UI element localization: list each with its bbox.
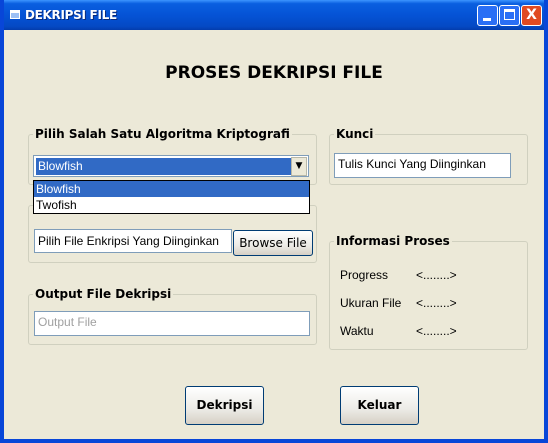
algorithm-dropdown-list: Blowfish Twofish	[33, 180, 310, 214]
output-file-legend: Output File Dekripsi	[35, 287, 172, 301]
time-label: Waktu	[340, 324, 374, 338]
title-bar[interactable]: DEKRIPSI FILE X	[4, 0, 544, 30]
decrypt-window: DEKRIPSI FILE X PROSES DEKRIPSI FILE Pil…	[0, 0, 548, 443]
algorithm-selected-value: Blowfish	[36, 158, 291, 175]
exit-button[interactable]: Keluar	[340, 386, 419, 425]
browse-file-button[interactable]: Browse File	[233, 230, 313, 256]
algorithm-option-blowfish[interactable]: Blowfish	[34, 181, 309, 197]
progress-value: <........>	[416, 268, 457, 282]
window-title: DEKRIPSI FILE	[25, 8, 117, 22]
close-icon: X	[526, 7, 537, 23]
page-title: PROSES DEKRIPSI FILE	[165, 63, 383, 83]
algorithm-option-twofish[interactable]: Twofish	[34, 197, 309, 213]
algorithm-select[interactable]: Blowfish ▼	[33, 155, 309, 177]
file-size-label: Ukuran File	[340, 296, 402, 310]
key-input[interactable]: Tulis Kunci Yang Diinginkan	[334, 153, 511, 178]
progress-label: Progress	[340, 268, 389, 282]
chevron-down-icon[interactable]: ▼	[291, 157, 307, 176]
maximize-icon	[504, 9, 515, 20]
input-file-field[interactable]: Pilih File Enkripsi Yang Diinginkan	[34, 229, 232, 253]
decrypt-button[interactable]: Dekripsi	[185, 386, 264, 425]
maximize-button[interactable]	[499, 5, 520, 26]
time-value: <........>	[416, 324, 457, 338]
window-icon	[10, 10, 20, 19]
output-file-field[interactable]: Output File	[34, 311, 310, 336]
minimize-icon	[483, 18, 491, 21]
key-legend: Kunci	[336, 127, 374, 141]
close-button[interactable]: X	[521, 5, 542, 26]
file-size-value: <........>	[416, 296, 457, 310]
process-info-legend: Informasi Proses	[336, 234, 450, 248]
minimize-button[interactable]	[477, 5, 498, 26]
algorithm-legend: Pilih Salah Satu Algoritma Kriptografi	[35, 127, 290, 141]
